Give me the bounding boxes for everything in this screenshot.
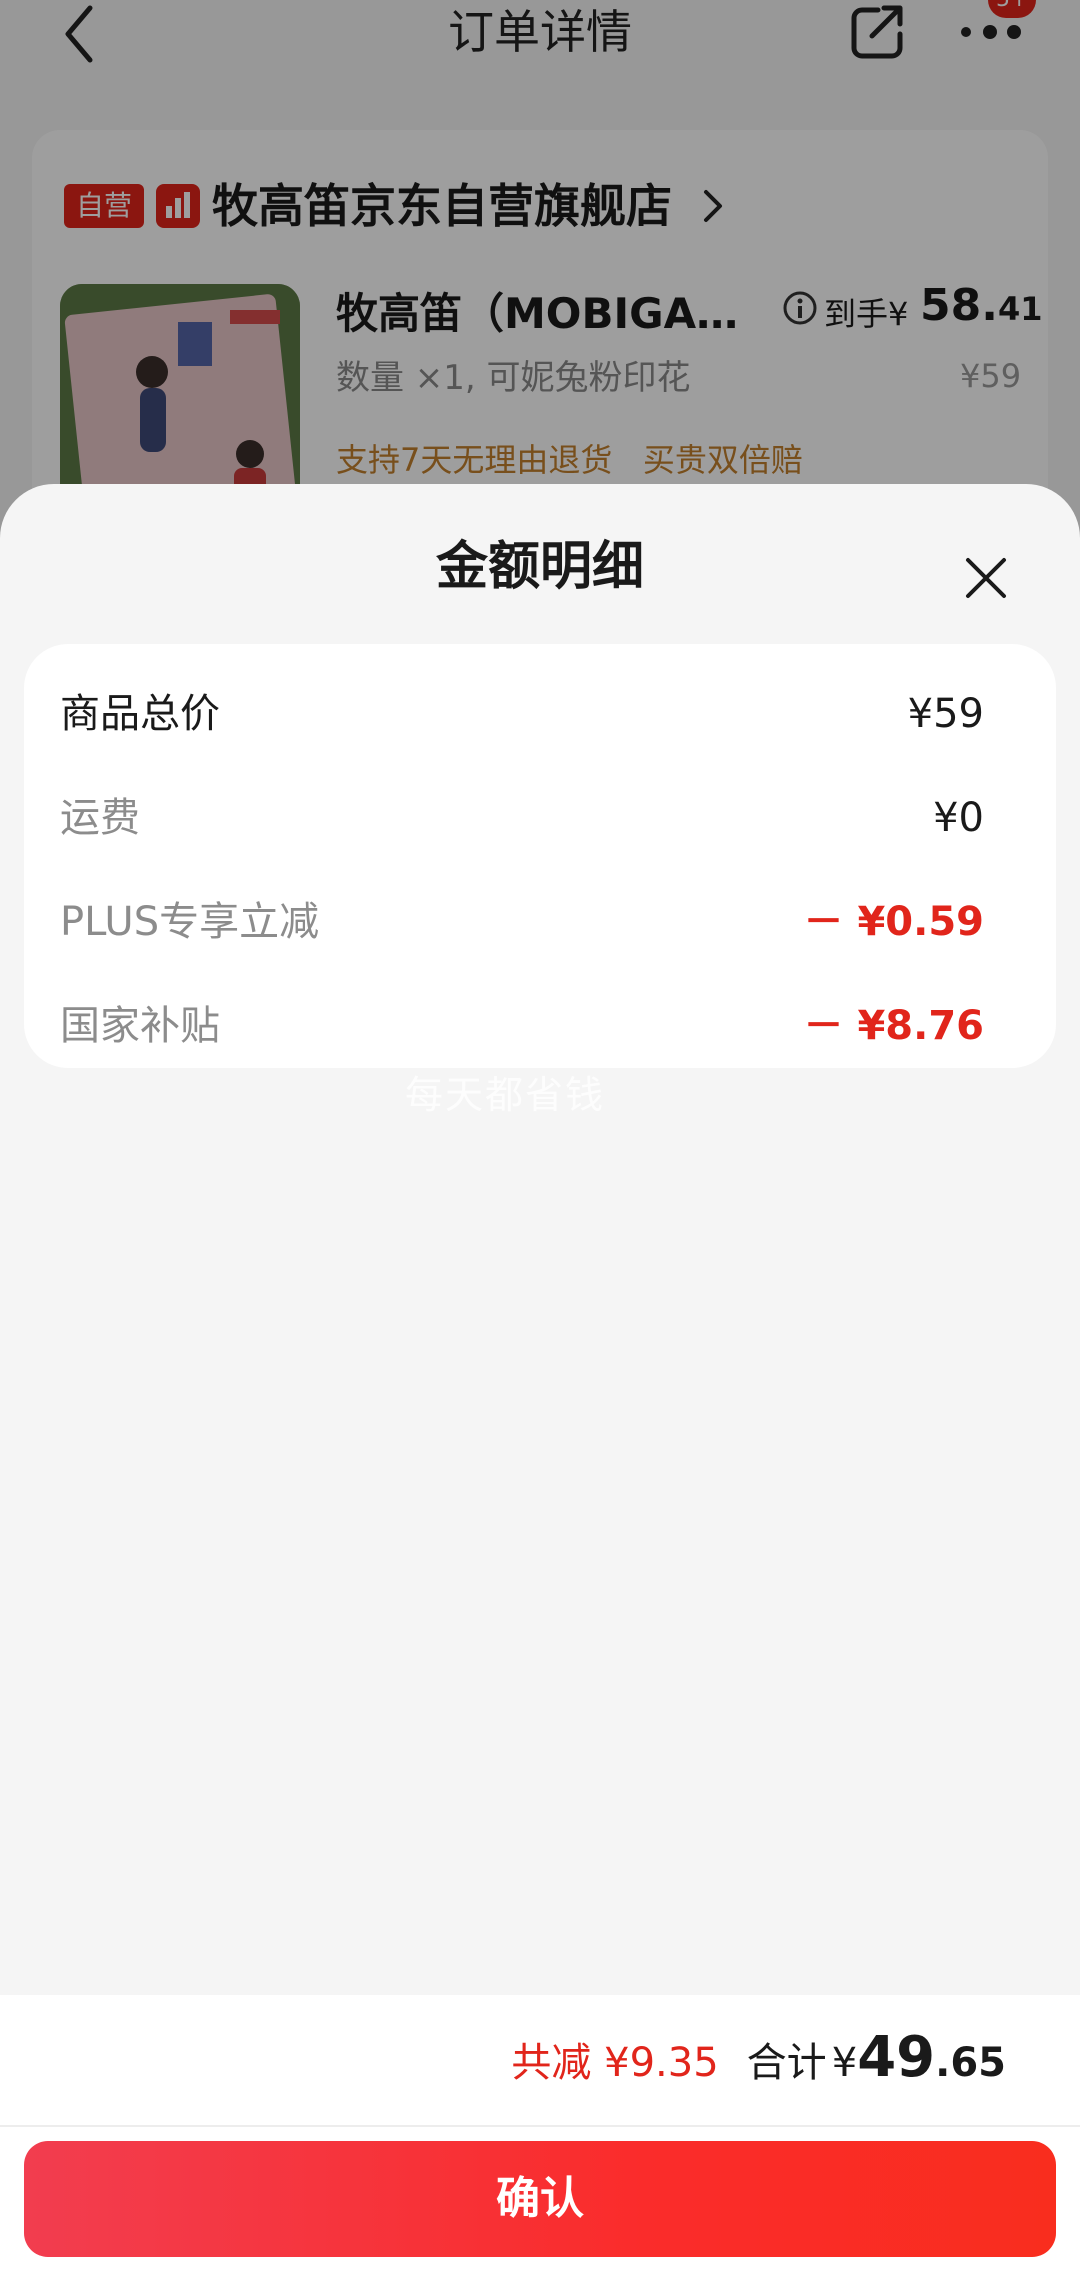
row-item-total: 商品总价 ¥59 [24, 662, 1056, 766]
sheet-footer: 共减 ¥9.35 合计 ¥49.65 确认 [0, 1995, 1080, 2285]
row-label: 商品总价 [60, 691, 220, 737]
divider [0, 2125, 1080, 2127]
amount-detail-card: 商品总价 ¥59 运费 ¥0 PLUS专享立减 － ¥0.59 国家补贴 － ¥… [24, 644, 1056, 1068]
close-icon[interactable] [962, 554, 1010, 602]
row-national-subsidy: 国家补贴 － ¥8.76 [24, 974, 1056, 1078]
watermark-text: 每天都省钱 [404, 1073, 605, 1117]
row-shipping: 运费 ¥0 [24, 766, 1056, 870]
row-value: ¥0 [933, 795, 984, 841]
row-value: ¥59 [907, 691, 984, 737]
row-label: PLUS专享立减 [60, 899, 320, 945]
row-label: 运费 [60, 795, 140, 841]
row-label: 国家补贴 [60, 1003, 220, 1049]
confirm-button[interactable]: 确认 [24, 2141, 1056, 2257]
total-label: 合计 [746, 2040, 827, 2086]
total-integer: 49 [857, 2025, 936, 2090]
total-summary: 共减 ¥9.35 合计 ¥49.65 [511, 2025, 1006, 2105]
row-value: － ¥0.59 [803, 899, 984, 945]
row-plus-discount: PLUS专享立减 － ¥0.59 [24, 870, 1056, 974]
total-amount: 合计 ¥49.65 [747, 2025, 1006, 2090]
row-value: － ¥8.76 [803, 1003, 984, 1049]
sheet-title: 金额明细 [435, 537, 644, 597]
total-decimal: .65 [935, 2040, 1006, 2086]
total-currency: ¥ [831, 2040, 858, 2086]
total-saved: 共减 ¥9.35 [511, 2040, 719, 2086]
